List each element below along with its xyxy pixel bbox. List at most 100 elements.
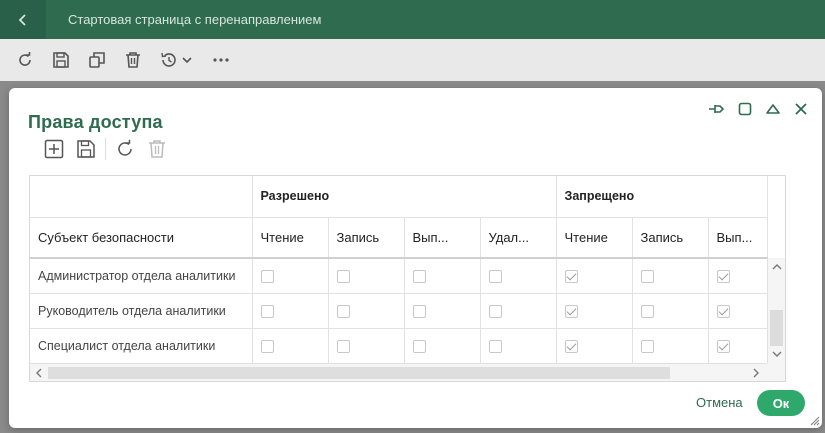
refresh-button[interactable] — [14, 49, 36, 71]
dialog-toolbar — [43, 136, 178, 162]
app-title: Стартовая страница с перенаправлением — [68, 12, 322, 27]
back-button[interactable] — [0, 0, 46, 39]
subject-group-header — [30, 176, 253, 218]
history-icon — [161, 52, 192, 67]
column-header-denied-execute[interactable]: Вып... — [708, 217, 768, 259]
permission-checkbox[interactable] — [640, 304, 654, 318]
permission-checkbox[interactable] — [412, 269, 426, 283]
toolbar-divider — [105, 138, 106, 160]
permission-cell — [252, 293, 329, 329]
ok-button[interactable]: Ок — [757, 390, 805, 416]
permission-checkbox[interactable] — [488, 269, 502, 283]
horizontal-scroll-thumb[interactable] — [48, 367, 670, 379]
column-header-allowed-write[interactable]: Запись — [328, 217, 405, 259]
horizontal-scrollbar[interactable] — [30, 363, 767, 381]
permission-checkbox[interactable] — [336, 339, 350, 353]
column-header-allowed-execute[interactable]: Вып... — [404, 217, 481, 259]
dialog-controls — [708, 100, 810, 118]
table-row[interactable]: Администратор отдела аналитики — [30, 258, 768, 294]
more-icon — [213, 58, 229, 62]
permission-cell — [632, 293, 709, 329]
permission-cell — [252, 328, 329, 364]
permission-checkbox[interactable] — [488, 304, 502, 318]
access-rights-dialog: Права доступа Разрешено Запрещено Субъек… — [9, 88, 822, 428]
dialog-delete-button[interactable] — [146, 138, 168, 160]
dialog-save-button[interactable] — [75, 138, 97, 160]
scroll-right-button[interactable] — [750, 367, 762, 379]
chevron-right-icon — [753, 368, 759, 378]
table-row[interactable]: Руководитель отдела аналитики — [30, 293, 768, 329]
permission-cell — [632, 328, 709, 364]
copy-button[interactable] — [86, 49, 108, 71]
chevron-left-icon — [36, 368, 42, 378]
pin-button[interactable] — [708, 100, 726, 118]
add-button[interactable] — [43, 138, 65, 160]
maximize-button[interactable] — [736, 100, 754, 118]
pin-icon — [709, 105, 725, 113]
permission-cell — [480, 293, 557, 329]
column-header-subject[interactable]: Субъект безопасности — [30, 217, 253, 259]
vertical-scroll-thumb[interactable] — [770, 310, 783, 346]
scroll-down-button[interactable] — [771, 348, 783, 360]
scroll-corner — [767, 363, 785, 381]
close-icon — [795, 103, 807, 115]
permission-cell — [556, 328, 633, 364]
permission-cell — [480, 328, 557, 364]
permission-cell — [556, 258, 633, 294]
collapse-button[interactable] — [764, 100, 782, 118]
permission-checkbox[interactable] — [336, 304, 350, 318]
permission-checkbox[interactable] — [412, 339, 426, 353]
subject-cell: Руководитель отдела аналитики — [30, 293, 253, 329]
dialog-refresh-button[interactable] — [114, 138, 136, 160]
refresh-icon — [19, 52, 31, 66]
permission-checkbox[interactable] — [716, 304, 730, 318]
permission-checkbox[interactable] — [260, 339, 274, 353]
save-icon — [77, 140, 95, 158]
chevron-up-icon — [772, 264, 782, 270]
history-button[interactable] — [158, 49, 196, 71]
permission-checkbox[interactable] — [488, 339, 502, 353]
permission-cell — [252, 258, 329, 294]
permission-checkbox[interactable] — [260, 269, 274, 283]
more-button[interactable] — [210, 49, 232, 71]
delete-icon — [126, 52, 140, 68]
permission-checkbox[interactable] — [564, 304, 578, 318]
permission-cell — [708, 293, 768, 329]
delete-icon — [149, 140, 165, 158]
column-header-allowed-read[interactable]: Чтение — [252, 217, 329, 259]
permission-checkbox[interactable] — [716, 269, 730, 283]
delete-button[interactable] — [122, 49, 144, 71]
permission-cell — [480, 258, 557, 294]
column-header-allowed-delete[interactable]: Удал... — [480, 217, 557, 259]
permission-checkbox[interactable] — [564, 269, 578, 283]
cancel-button[interactable]: Отмена — [696, 391, 743, 414]
resize-grip-icon[interactable] — [808, 414, 820, 426]
permission-checkbox[interactable] — [640, 339, 654, 353]
permission-checkbox[interactable] — [716, 339, 730, 353]
maximize-icon — [738, 102, 752, 116]
permission-cell — [328, 328, 405, 364]
save-button[interactable] — [50, 49, 72, 71]
permission-checkbox[interactable] — [564, 339, 578, 353]
permission-checkbox[interactable] — [640, 269, 654, 283]
table-row[interactable]: Специалист отдела аналитики — [30, 328, 768, 364]
permission-cell — [632, 258, 709, 294]
scroll-left-button[interactable] — [33, 367, 45, 379]
column-header-denied-read[interactable]: Чтение — [556, 217, 633, 259]
group-header-allowed: Разрешено — [252, 176, 557, 218]
scroll-up-button[interactable] — [771, 261, 783, 273]
permission-cell — [404, 328, 481, 364]
permission-checkbox[interactable] — [260, 304, 274, 318]
permission-cell — [404, 293, 481, 329]
vertical-scrollbar[interactable] — [767, 258, 785, 364]
permission-cell — [328, 258, 405, 294]
permission-checkbox[interactable] — [412, 304, 426, 318]
permission-cell — [328, 293, 405, 329]
permission-cell — [404, 258, 481, 294]
close-button[interactable] — [792, 100, 810, 118]
refresh-icon — [118, 139, 132, 156]
permission-checkbox[interactable] — [336, 269, 350, 283]
subject-cell: Специалист отдела аналитики — [30, 328, 253, 364]
column-header-denied-write[interactable]: Запись — [632, 217, 709, 259]
permission-cell — [708, 328, 768, 364]
